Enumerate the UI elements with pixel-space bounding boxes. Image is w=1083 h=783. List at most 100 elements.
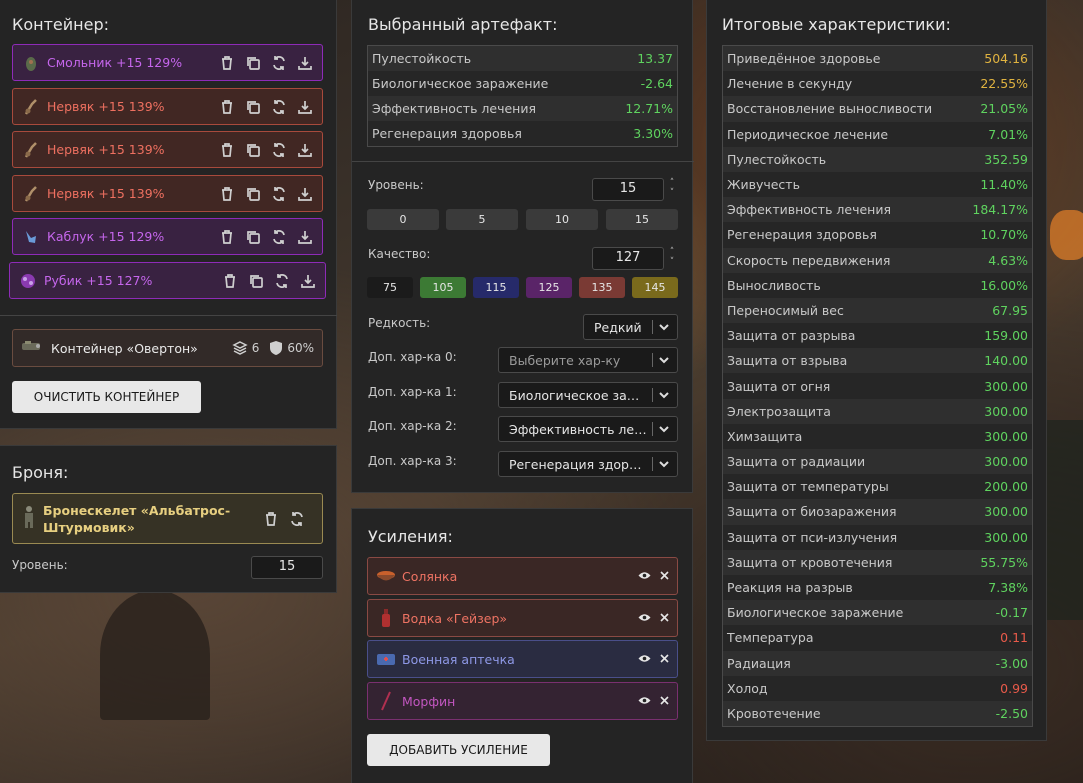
extra-stat-select[interactable]: Эффективность лечения — [498, 416, 678, 442]
level-preset-button[interactable]: 5 — [446, 209, 518, 230]
copy-icon[interactable] — [246, 271, 265, 290]
trash-icon[interactable] — [217, 97, 236, 116]
total-stat-label: Защита от кровотечения — [727, 554, 893, 570]
artifact-name: Смольник +15 129% — [47, 55, 183, 70]
swap-icon[interactable] — [269, 184, 288, 203]
artifact-title: Выбранный артефакт: — [368, 15, 558, 34]
container-icon — [21, 339, 43, 357]
quality-spinner[interactable]: ˄ ˅ — [666, 247, 678, 267]
armor-level-label: Уровень: — [12, 558, 68, 572]
trash-icon[interactable] — [261, 509, 280, 528]
artifact-slot[interactable]: Нервяк +15 139% — [12, 131, 323, 168]
total-stat-value: 0.11 — [1000, 630, 1028, 646]
boost-item[interactable]: Военная аптечка — [367, 640, 678, 678]
close-icon[interactable] — [660, 611, 669, 626]
level-input[interactable]: 15 — [592, 178, 664, 201]
quality-preset-button[interactable]: 125 — [526, 277, 572, 298]
copy-icon[interactable] — [243, 227, 262, 246]
copy-icon[interactable] — [243, 97, 262, 116]
total-stat-row: Приведённое здоровье 504.16 — [723, 46, 1032, 72]
boost-item[interactable]: Солянка — [367, 557, 678, 595]
artifact-slot[interactable]: Каблук +15 129% — [12, 218, 323, 255]
total-stat-row: Защита от кровотечения 55.75% — [723, 549, 1032, 575]
quality-preset-button[interactable]: 135 — [579, 277, 625, 298]
trash-icon[interactable] — [217, 140, 236, 159]
swap-icon[interactable] — [269, 140, 288, 159]
level-preset-button[interactable]: 10 — [526, 209, 598, 230]
artifact-slot[interactable]: Рубик +15 127% — [9, 262, 326, 299]
add-boost-button[interactable]: Добавить усиление — [367, 734, 550, 766]
stat-value: 13.37 — [637, 51, 673, 66]
container-name: Контейнер «Овертон» — [51, 340, 198, 356]
eye-icon[interactable] — [638, 611, 651, 626]
armor-item[interactable]: Бронескелет «Альбатрос-Штурмовик» — [12, 493, 323, 544]
swap-icon[interactable] — [287, 509, 306, 528]
download-icon[interactable] — [298, 271, 317, 290]
quality-preset-button[interactable]: 115 — [473, 277, 519, 298]
swap-icon[interactable] — [272, 271, 291, 290]
totals-title: Итоговые характеристики: — [722, 15, 951, 34]
quality-input[interactable]: 127 — [592, 247, 664, 270]
total-stat-row: Защита от радиации 300.00 — [723, 449, 1032, 475]
quality-preset-button[interactable]: 105 — [420, 277, 466, 298]
swap-icon[interactable] — [269, 97, 288, 116]
total-stat-label: Выносливость — [727, 277, 821, 293]
download-icon[interactable] — [295, 53, 314, 72]
total-stat-label: Кровотечение — [727, 705, 821, 721]
total-stat-row: Защита от разрыва 159.00 — [723, 323, 1032, 349]
extra-stat-select[interactable]: Биологическое заражение — [498, 382, 678, 408]
boosts-title: Усиления: — [368, 527, 453, 546]
artifact-slot[interactable]: Нервяк +15 139% — [12, 175, 323, 212]
extra-stat-select[interactable]: Регенерация здоровья — [498, 451, 678, 477]
close-icon[interactable] — [660, 652, 669, 667]
total-stat-label: Биологическое заражение — [727, 605, 904, 621]
total-stat-value: 7.01% — [988, 126, 1028, 142]
quality-preset-button[interactable]: 75 — [367, 277, 413, 298]
boost-item[interactable]: Морфин — [367, 682, 678, 720]
clear-container-button[interactable]: Очистить контейнер — [12, 381, 201, 413]
total-stat-row: Защита от пси-излучения 300.00 — [723, 524, 1032, 550]
copy-icon[interactable] — [243, 53, 262, 72]
download-icon[interactable] — [295, 140, 314, 159]
container-protection: 60% — [269, 340, 314, 356]
boost-item[interactable]: Водка «Гейзер» — [367, 599, 678, 637]
level-preset-button[interactable]: 15 — [606, 209, 678, 230]
swap-icon[interactable] — [269, 53, 288, 72]
artifact-slot[interactable]: Нервяк +15 139% — [12, 88, 323, 125]
rarity-select[interactable]: Редкий — [583, 314, 678, 340]
container-item[interactable]: Контейнер «Овертон» 6 60% — [12, 329, 323, 367]
extra-stat-select[interactable]: Выберите хар-ку — [498, 347, 678, 373]
level-preset-button[interactable]: 0 — [367, 209, 439, 230]
total-stat-row: Защита от биозаражения 300.00 — [723, 499, 1032, 525]
copy-icon[interactable] — [243, 140, 262, 159]
divider — [0, 315, 337, 316]
armor-panel: Броня: Бронескелет «Альбатрос-Штурмовик»… — [0, 445, 337, 593]
total-stat-value: 67.95 — [992, 302, 1028, 318]
extra-stat-label: Доп. хар-ка 0: — [368, 350, 457, 364]
quality-preset-button[interactable]: 145 — [632, 277, 678, 298]
total-stat-value: 7.38% — [988, 580, 1028, 596]
download-icon[interactable] — [295, 97, 314, 116]
chevron-down-icon — [658, 354, 672, 366]
armor-name: Бронескелет «Альбатрос-Штурмовик» — [43, 502, 231, 535]
trash-icon[interactable] — [220, 271, 239, 290]
container-protection-value: 60% — [287, 341, 314, 355]
level-spinner[interactable]: ˄ ˅ — [666, 178, 678, 198]
swap-icon[interactable] — [269, 227, 288, 246]
download-icon[interactable] — [295, 184, 314, 203]
trash-icon[interactable] — [217, 184, 236, 203]
download-icon[interactable] — [295, 227, 314, 246]
trash-icon[interactable] — [217, 53, 236, 72]
eye-icon[interactable] — [638, 652, 651, 667]
total-stat-label: Защита от температуры — [727, 479, 889, 495]
close-icon[interactable] — [660, 569, 669, 584]
copy-icon[interactable] — [243, 184, 262, 203]
eye-icon[interactable] — [638, 694, 651, 709]
boost-actions — [638, 569, 669, 584]
extra-stat-label: Доп. хар-ка 3: — [368, 454, 457, 468]
artifact-slot[interactable]: Смольник +15 129% — [12, 44, 323, 81]
close-icon[interactable] — [660, 694, 669, 709]
eye-icon[interactable] — [638, 569, 651, 584]
trash-icon[interactable] — [217, 227, 236, 246]
armor-level-input[interactable]: 15 — [251, 556, 323, 579]
